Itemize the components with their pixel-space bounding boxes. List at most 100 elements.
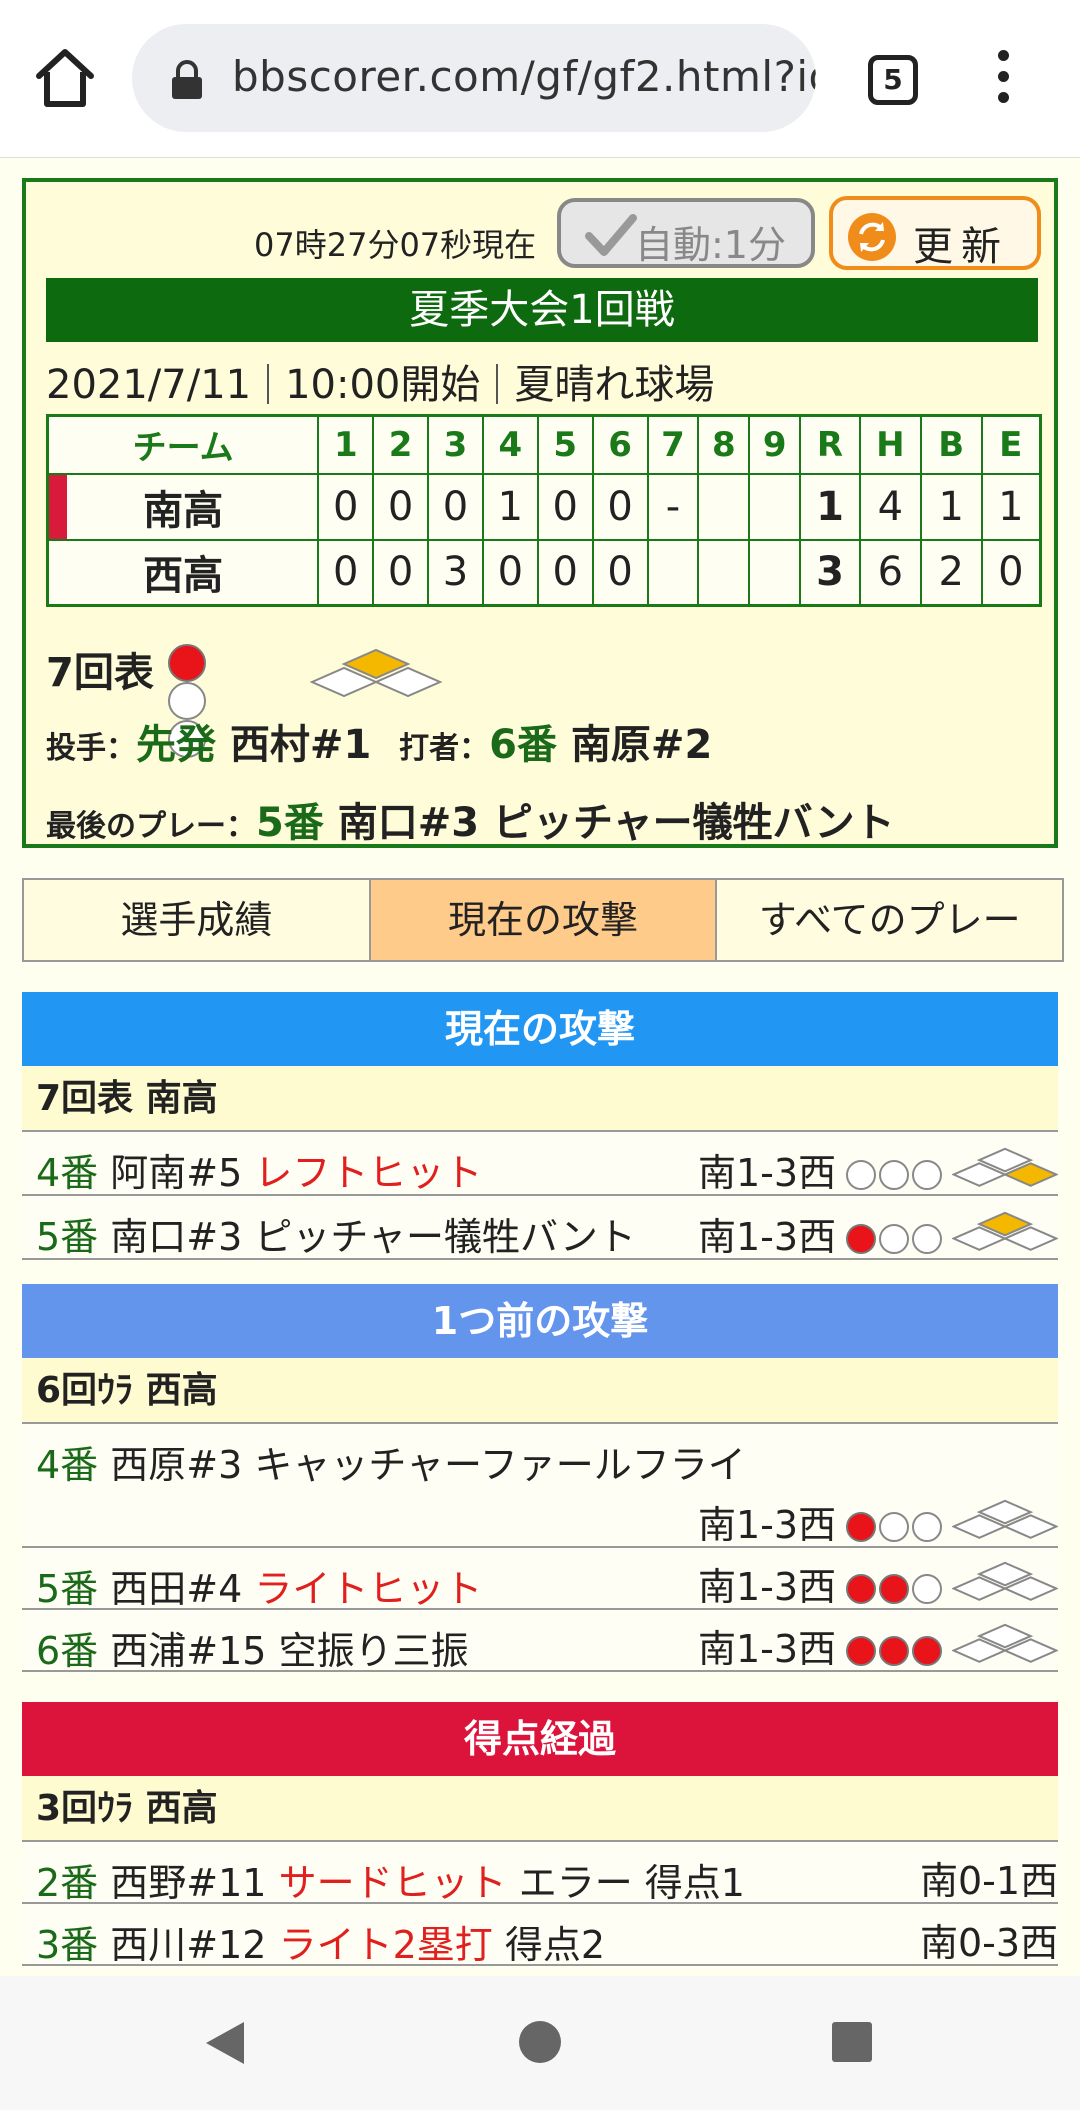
col-header: 5	[536, 414, 594, 475]
section-current-header: 現在の攻撃	[22, 992, 1058, 1066]
inning-score	[748, 472, 802, 541]
col-header: E	[980, 414, 1042, 475]
tab-switcher-button[interactable]: 5	[868, 55, 918, 105]
running-score: 南1-3西	[698, 1215, 837, 1259]
play-description: 2番 西野#11 サードヒット エラー 得点1	[36, 1861, 745, 1905]
inning-score: 0	[591, 538, 649, 607]
running-score: 南1-3西	[698, 1503, 837, 1547]
auto-refresh-label: 自動:1分	[635, 223, 786, 267]
bases-diamond-icon	[310, 648, 442, 698]
url-text: bbscorer.com/gf/gf2.html?id	[232, 52, 816, 101]
bases-diamond-icon	[952, 1211, 1058, 1251]
outs-indicator	[846, 1502, 945, 1546]
inning-score: 0	[591, 472, 649, 541]
total-hits: 6	[858, 538, 922, 607]
play-state-indicator	[846, 1622, 1058, 1666]
inning-score: 0	[427, 472, 484, 541]
play-row: 5番 南口#3 ピッチャー犠牲バント 南1-3西	[22, 1196, 1058, 1260]
address-bar[interactable]: bbscorer.com/gf/gf2.html?id	[132, 24, 816, 132]
total-walks: 1	[919, 472, 983, 541]
pitcher-name: 西村#1	[229, 722, 372, 768]
linescore-row-away: 南高 0 0 0 1 0 0 - 1 4 1 1	[46, 472, 1042, 541]
inning-score: 3	[427, 538, 484, 607]
running-score: 南0-3西	[920, 1921, 1059, 1965]
game-venue: 夏晴れ球場	[514, 362, 715, 408]
out-dot	[912, 1573, 942, 1604]
team-name: 西高	[46, 538, 320, 607]
play-state-indicator	[846, 1498, 1058, 1542]
col-header: チーム	[46, 414, 320, 475]
bases-diamond-icon	[952, 1499, 1058, 1539]
play-description: 5番 南口#3 ピッチャー犠牲バント	[36, 1215, 636, 1259]
play-description: 6番 西浦#15 空振り三振	[36, 1629, 469, 1673]
out-dot-filled	[168, 644, 206, 682]
out-dot	[879, 1223, 909, 1254]
total-errors: 1	[980, 472, 1042, 541]
overflow-menu-icon[interactable]	[988, 50, 1018, 110]
col-header: 6	[591, 414, 649, 475]
play-row: 2番 西野#11 サードヒット エラー 得点1 南0-1西	[22, 1842, 1059, 1905]
col-header: 2	[372, 414, 430, 475]
batter-label: 打者：	[399, 731, 490, 766]
col-header: 1	[317, 414, 375, 475]
pitcher-role: 先発	[136, 722, 216, 768]
home-icon[interactable]	[34, 46, 96, 110]
play-row: 6番 西浦#15 空振り三振 南1-3西	[22, 1610, 1058, 1673]
running-score: 南0-1西	[920, 1859, 1059, 1903]
play-description: 4番 西原#3 キャッチャーファールフライ	[36, 1443, 746, 1487]
outs-indicator	[846, 1150, 945, 1194]
col-header: 8	[697, 414, 751, 475]
running-score: 南1-3西	[698, 1565, 837, 1609]
bases-diamond-icon	[952, 1623, 1058, 1663]
col-header: 9	[748, 414, 802, 475]
inning-score: 0	[317, 538, 375, 607]
team-name: 南高	[46, 472, 320, 541]
col-header: H	[858, 414, 922, 475]
back-icon[interactable]	[200, 2018, 250, 2068]
col-header: B	[919, 414, 983, 475]
play-row: 4番 西原#3 キャッチャーファールフライ南1-3西	[22, 1424, 1058, 1548]
tab-all-plays[interactable]: すべてのプレー	[717, 880, 1062, 960]
out-dot-filled	[846, 1573, 876, 1604]
home-nav-icon[interactable]	[516, 2018, 564, 2066]
play-state-indicator	[846, 1210, 1058, 1254]
section-scoring-inning: 3回ｳﾗ 西高	[22, 1776, 1058, 1842]
out-dot-filled	[879, 1635, 909, 1666]
out-dot	[879, 1511, 909, 1542]
inning-score	[697, 538, 751, 607]
outs-indicator	[846, 1214, 945, 1258]
col-header: 7	[646, 414, 700, 475]
last-play-line: 最後のプレー：5番 南口#3 ピッチャー犠牲バント	[46, 790, 895, 848]
recents-icon[interactable]	[830, 2020, 874, 2064]
inning-score: 0	[536, 472, 594, 541]
inning-score: 0	[481, 538, 539, 607]
batter-order: 6番	[489, 722, 557, 768]
tab-current-inning[interactable]: 現在の攻撃	[370, 880, 718, 960]
inning-score	[646, 538, 700, 607]
play-row: 3番 西川#12 ライト2塁打 得点2 南0-3西	[22, 1904, 1059, 1967]
bases-diamond-icon	[952, 1147, 1058, 1187]
last-play-order: 5番	[256, 800, 324, 846]
inning-score: 0	[536, 538, 594, 607]
col-header: R	[799, 414, 861, 475]
refresh-button[interactable]: 更新	[829, 196, 1041, 270]
view-tabs: 選手成績 現在の攻撃 すべてのプレー	[22, 878, 1064, 962]
check-icon	[585, 214, 637, 256]
refresh-icon	[848, 213, 896, 261]
auto-refresh-button[interactable]: 自動:1分	[557, 198, 815, 268]
out-dot	[912, 1223, 942, 1254]
batter-name: 南原#2	[570, 722, 713, 768]
out-dot-filled	[846, 1511, 876, 1542]
tab-player-stats[interactable]: 選手成績	[24, 880, 371, 960]
current-time: 07時27分07秒現在	[254, 226, 537, 264]
out-dot	[879, 1159, 909, 1190]
lock-icon	[170, 60, 204, 100]
last-play-label: 最後のプレー：	[46, 809, 256, 844]
page-content: 07時27分07秒現在 自動:1分 更新 夏季大会1回戦 2021/7/11 10…	[0, 158, 1080, 1976]
linescore-row-home: 西高 0 0 3 0 0 0 3 6 2 0	[46, 538, 1042, 607]
play-row: 5番 西田#4 ライトヒット 南1-3西	[22, 1548, 1058, 1611]
pitcher-batter-line: 投手：先発 西村#1 打者：6番 南原#2	[46, 712, 712, 770]
total-runs: 3	[799, 538, 861, 607]
out-dot	[912, 1159, 942, 1190]
total-walks: 2	[919, 538, 983, 607]
